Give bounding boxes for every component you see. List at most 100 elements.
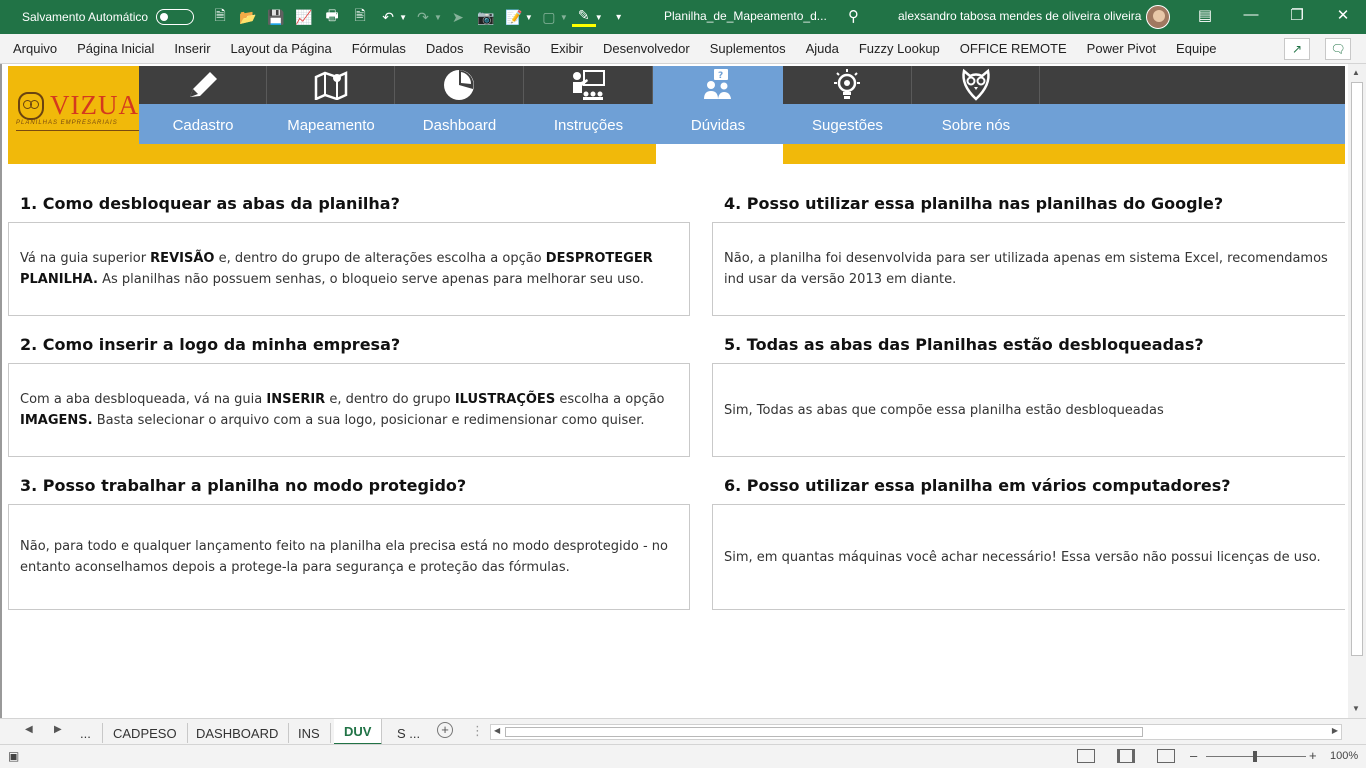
nav-sugestoes[interactable]: Sugestões (783, 66, 912, 144)
tab-next-icon[interactable]: ▶ (54, 724, 62, 735)
answer-2-part-4: ILUSTRAÇÕES (454, 392, 556, 407)
chart-icon[interactable]: 📈 (292, 7, 316, 27)
vertical-scroll-thumb[interactable] (1351, 82, 1363, 656)
undo-icon[interactable]: ↶ (376, 7, 400, 27)
menu-exibir[interactable]: Exibir (550, 41, 583, 56)
tab-more-left[interactable]: ... (70, 723, 101, 743)
send-icon: ➤ (452, 8, 464, 25)
autosave-toggle[interactable] (156, 9, 195, 25)
nav-sobre-nos[interactable]: Sobre nós (912, 66, 1040, 144)
answer-2-part-3: e, dentro do grupo (325, 392, 455, 407)
ribbon-display-icon[interactable]: ▤ (1182, 6, 1228, 24)
menu-office-remote[interactable]: OFFICE REMOTE (960, 41, 1067, 56)
menu-layout-da-pagina[interactable]: Layout da Página (231, 41, 332, 56)
autosave-label: Salvamento Automático (22, 10, 149, 24)
status-bar: ▣ – + 100% (0, 744, 1366, 768)
tab-duv[interactable]: DUV (334, 719, 383, 745)
svg-text:?: ? (718, 71, 723, 81)
answer-5-text: Sim, Todas as abas que compõe essa plani… (724, 402, 1164, 418)
customize-qat-icon[interactable]: ▾ (607, 7, 631, 27)
tab-split-handle-icon[interactable]: ⋮ (471, 723, 484, 739)
faq-question-3: 3. Posso trabalhar a planilha no modo pr… (20, 476, 467, 495)
faq-answer-2: Com a aba desbloqueada, vá na guia INSER… (8, 363, 690, 457)
nav-duvidas[interactable]: ? Dúvidas (653, 66, 783, 144)
answer-1-part-5: As planilhas não possuem senhas, o bloqu… (98, 272, 644, 287)
new-file-icon[interactable]: 🗎 (208, 7, 232, 27)
macro-record-icon[interactable]: ▣ (8, 749, 19, 763)
worksheet[interactable]: VIZUAL PLANILHAS EMPRESARIAIS Cadastro M… (0, 64, 1345, 718)
scroll-left-icon[interactable]: ◀ (494, 726, 500, 735)
print-preview-icon[interactable]: 🖶 (320, 7, 344, 27)
tab-prev-icon[interactable]: ◀ (25, 724, 33, 735)
highlight-icon[interactable]: ✎ (571, 7, 596, 27)
nav-label-cadastro: Cadastro (172, 117, 234, 134)
menu-inserir[interactable]: Inserir (174, 41, 210, 56)
nav-dashboard[interactable]: Dashboard (395, 66, 524, 144)
menu-revisao[interactable]: Revisão (484, 41, 531, 56)
normal-view-icon[interactable] (1077, 749, 1095, 763)
pdf-icon[interactable]: 🖹 (348, 7, 372, 27)
zoom-out-icon[interactable]: – (1190, 748, 1197, 763)
menu-desenvolvedor[interactable]: Desenvolvedor (603, 41, 690, 56)
title-bar: Salvamento Automático 🗎 📂 💾 📈 🖶 🖹 ↶ ▼ ↷ ▼ … (0, 0, 1366, 34)
minimize-icon[interactable]: — (1228, 6, 1274, 23)
logo-divider (16, 130, 140, 131)
save-icon[interactable]: 💾 (264, 7, 288, 27)
answer-2-part-6: IMAGENS. (20, 413, 93, 428)
form-caret-icon[interactable]: ▼ (525, 13, 533, 22)
nav-instrucoes[interactable]: Instruções (524, 66, 653, 144)
scroll-down-icon[interactable]: ▼ (1352, 704, 1360, 713)
menu-fuzzy-lookup[interactable]: Fuzzy Lookup (859, 41, 940, 56)
user-name[interactable]: alexsandro tabosa mendes de oliveira oli… (898, 9, 1141, 23)
search-icon[interactable]: ⚲ (848, 7, 859, 25)
tab-ins[interactable]: INS (288, 723, 331, 743)
menu-suplementos[interactable]: Suplementos (710, 41, 786, 56)
faq-answer-4: Não, a planilha foi desenvolvida para se… (712, 222, 1345, 316)
answer-1-part-3: e, dentro do grupo de alterações escolha… (214, 251, 546, 266)
zoom-slider-knob[interactable] (1253, 751, 1257, 762)
avatar[interactable] (1146, 5, 1170, 29)
answer-2-part-2: INSERIR (266, 392, 326, 407)
scroll-right-icon[interactable]: ▶ (1332, 726, 1338, 735)
page-break-view-icon[interactable] (1157, 749, 1175, 763)
autosave[interactable]: Salvamento Automático (22, 9, 195, 25)
menu-formulas[interactable]: Fórmulas (352, 41, 406, 56)
zoom-in-icon[interactable]: + (1309, 748, 1317, 763)
add-sheet-icon[interactable]: + (437, 722, 453, 738)
highlight-caret-icon[interactable]: ▼ (595, 13, 603, 22)
share-icon[interactable]: ↗ (1284, 38, 1310, 60)
menu-ajuda[interactable]: Ajuda (806, 41, 839, 56)
nav-label-duvidas: Dúvidas (690, 117, 746, 134)
tab-cadpeso[interactable]: CADPESO (102, 723, 188, 743)
open-folder-icon[interactable]: 📂 (236, 7, 260, 27)
nav-label-sugestoes: Sugestões (812, 117, 883, 134)
answer-1-part-1: Vá na guia superior (20, 251, 151, 266)
horizontal-scrollbar[interactable]: ◀ ▶ (490, 724, 1342, 740)
zoom-level[interactable]: 100% (1330, 750, 1358, 762)
undo-caret-icon[interactable]: ▼ (399, 13, 407, 22)
camera-icon[interactable]: 📷 (474, 7, 498, 27)
vertical-scrollbar[interactable]: ▲ ▼ (1348, 64, 1366, 718)
redo-caret-icon: ▼ (434, 12, 442, 22)
horizontal-scroll-thumb[interactable] (505, 727, 1143, 737)
menu-dados[interactable]: Dados (426, 41, 464, 56)
nav-mapeamento[interactable]: Mapeamento (267, 66, 395, 144)
scroll-up-icon[interactable]: ▲ (1352, 68, 1360, 77)
menu-arquivo[interactable]: Arquivo (13, 41, 57, 56)
comments-icon[interactable]: 🗨 (1325, 38, 1351, 60)
lightbulb-icon (783, 66, 912, 104)
shape-caret-icon: ▼ (559, 12, 568, 22)
page-layout-view-icon[interactable] (1117, 749, 1135, 763)
form-icon[interactable]: 📝 (502, 7, 526, 27)
sheet-tab-bar: ◀ ▶ ... CADPESO DASHBOARD INS DUV S ... … (0, 718, 1366, 745)
shape-icon: ▢ (542, 8, 556, 25)
restore-icon[interactable]: ❐ (1274, 6, 1320, 24)
menu-equipe[interactable]: Equipe (1176, 41, 1216, 56)
tab-dashboard[interactable]: DASHBOARD (186, 723, 290, 743)
tab-more-right[interactable]: S ... (387, 723, 430, 743)
close-icon[interactable]: ✕ (1320, 6, 1366, 24)
nav-label-mapeamento: Mapeamento (287, 117, 375, 134)
nav-cadastro[interactable]: Cadastro (139, 66, 267, 144)
menu-pagina-inicial[interactable]: Página Inicial (77, 41, 154, 56)
menu-power-pivot[interactable]: Power Pivot (1087, 41, 1156, 56)
